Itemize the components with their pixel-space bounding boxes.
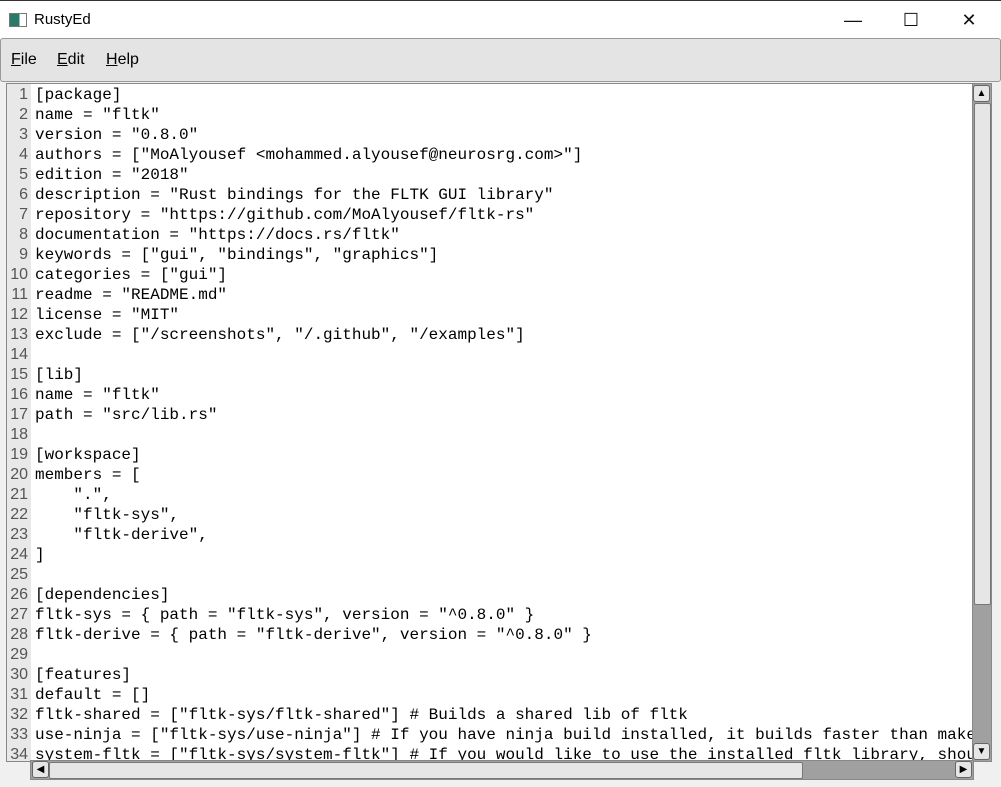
line-text: fltk-derive = { path = "fltk-derive", ve…	[35, 626, 592, 644]
maximize-button[interactable]: ☐	[888, 7, 934, 33]
window-title: RustyEd	[34, 11, 91, 28]
line-number: 34	[10, 746, 28, 762]
line-text: keywords = ["gui", "bindings", "graphics…	[35, 246, 439, 264]
line-text: [lib]	[35, 366, 84, 384]
line-number: 6	[19, 186, 28, 203]
line-number: 31	[10, 686, 28, 703]
line-text: version = "0.8.0"	[35, 126, 199, 144]
scroll-up-button[interactable]: ▲	[973, 85, 990, 102]
horizontal-scroll-thumb[interactable]	[49, 762, 803, 779]
line-number: 22	[10, 506, 28, 523]
line-number: 19	[10, 446, 28, 463]
line-number: 20	[10, 466, 28, 483]
line-number: 1	[19, 86, 28, 103]
line-text: license = "MIT"	[35, 306, 180, 324]
line-text: members = [	[35, 466, 141, 484]
line-number: 23	[10, 526, 28, 543]
title-bar: RustyEd — ☐ ✕	[0, 0, 1001, 39]
line-number: 21	[10, 486, 28, 503]
scroll-left-button[interactable]: ◀	[32, 761, 49, 778]
line-text: [workspace]	[35, 446, 141, 464]
menu-edit[interactable]: Edit	[57, 51, 85, 69]
menu-file[interactable]: File	[11, 51, 37, 69]
text-editor[interactable]: 1 [package] 2 name = "fltk" 3 version = "0.8.…	[6, 83, 975, 762]
line-text: fltk-sys = { path = "fltk-sys", version …	[35, 606, 535, 624]
line-text: name = "fltk"	[35, 106, 160, 124]
line-number: 13	[10, 326, 28, 343]
line-text: "fltk-derive",	[35, 526, 208, 544]
vertical-scrollbar[interactable]: ▲ ▼	[972, 83, 992, 762]
menu-bar: File Edit Help	[0, 38, 1001, 82]
horizontal-scrollbar[interactable]: ◀ ▶	[30, 760, 974, 780]
line-number: 12	[10, 306, 28, 323]
line-text: repository = "https://github.com/MoAlyou…	[35, 206, 535, 224]
line-text: name = "fltk"	[35, 386, 160, 404]
close-button[interactable]: ✕	[946, 7, 992, 33]
line-text: [dependencies]	[35, 586, 170, 604]
line-text: default = []	[35, 686, 151, 704]
app-icon	[9, 13, 27, 27]
line-text: readme = "README.md"	[35, 286, 228, 304]
line-text: use-ninja = ["fltk-sys/use-ninja"] # If …	[35, 726, 975, 744]
line-text: description = "Rust bindings for the FLT…	[35, 186, 554, 204]
line-text: [features]	[35, 666, 132, 684]
line-number: 8	[19, 226, 28, 243]
line-text: edition = "2018"	[35, 166, 189, 184]
line-text: documentation = "https://docs.rs/fltk"	[35, 226, 400, 244]
line-number: 7	[19, 206, 28, 223]
line-number: 30	[10, 666, 28, 683]
line-text: [package]	[35, 86, 122, 104]
line-number: 29	[10, 646, 28, 663]
line-number: 9	[19, 246, 28, 263]
line-number: 33	[10, 726, 28, 743]
line-number: 5	[19, 166, 28, 183]
line-text: ".",	[35, 486, 112, 504]
line-number: 10	[10, 266, 28, 283]
line-number: 16	[10, 386, 28, 403]
line-number: 28	[10, 626, 28, 643]
line-number: 18	[10, 426, 28, 443]
line-text: exclude = ["/screenshots", "/.github", "…	[35, 326, 525, 344]
line-text: path = "src/lib.rs"	[35, 406, 218, 424]
line-text: authors = ["MoAlyousef <mohammed.alyouse…	[35, 146, 583, 164]
line-number: 26	[10, 586, 28, 603]
line-number: 17	[10, 406, 28, 423]
line-number: 32	[10, 706, 28, 723]
line-text: ]	[35, 546, 45, 564]
line-number: 2	[19, 106, 28, 123]
scroll-right-button[interactable]: ▶	[955, 761, 972, 778]
line-text: categories = ["gui"]	[35, 266, 228, 284]
line-number: 24	[10, 546, 28, 563]
scroll-down-button[interactable]: ▼	[973, 743, 990, 760]
line-number: 4	[19, 146, 28, 163]
line-number: 11	[11, 286, 28, 303]
menu-help[interactable]: Help	[106, 51, 139, 69]
line-text: fltk-shared = ["fltk-sys/fltk-shared"] #…	[35, 706, 688, 724]
line-number: 25	[10, 566, 28, 583]
line-number: 14	[10, 346, 28, 363]
minimize-button[interactable]: —	[830, 7, 876, 33]
line-number: 3	[19, 126, 28, 143]
line-number: 27	[10, 606, 28, 623]
line-text: "fltk-sys",	[35, 506, 180, 524]
line-number: 15	[10, 366, 28, 383]
vertical-scroll-thumb[interactable]	[974, 103, 991, 605]
